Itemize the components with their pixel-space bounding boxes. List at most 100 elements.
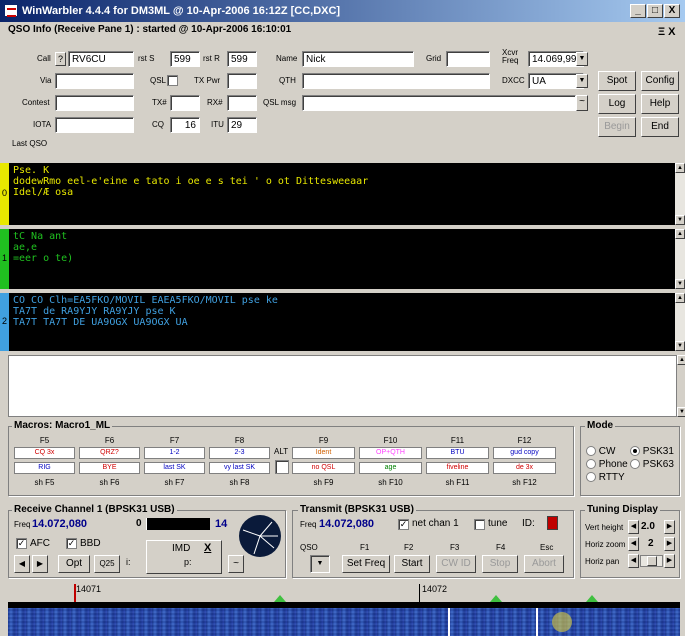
tune-checkbox[interactable] [474,519,485,530]
call-field[interactable]: RV6CU [68,51,134,67]
dxcc-dropdown[interactable]: ▼ [576,74,588,88]
macro-button[interactable]: age [359,462,422,474]
rx-num-field[interactable] [227,95,257,111]
macro-button[interactable]: RIG [14,462,75,474]
mode-psk31[interactable]: PSK31 [630,446,674,457]
cw-id-button[interactable]: CW ID [436,555,476,573]
pane-1-scrollbar[interactable]: ▲ ▼ [675,229,685,289]
receive-pane-2[interactable]: 2 CO CO Clh=EA5FKO/MOVIL EAEA5FKO/MOVIL … [0,293,685,351]
macro-button[interactable]: 1-2 [144,447,205,459]
help-button[interactable]: Help [641,94,679,114]
grid-field[interactable] [446,51,490,67]
radio-selected-icon[interactable] [630,446,640,457]
pane-1-text[interactable]: tC Na ant ae,e =eer o te) [9,229,675,289]
stop-button[interactable]: Stop [482,555,518,573]
minimize-button[interactable]: _ [630,4,646,18]
radio-icon[interactable] [586,459,596,470]
radio-icon[interactable] [586,446,596,457]
rst-rcvd-field[interactable]: 599 [227,51,257,67]
net-chan-checkbox[interactable]: ✓ [398,519,409,530]
alt-checkbox[interactable] [275,460,289,474]
scroll-down-arrow-icon[interactable]: ▼ [675,341,685,351]
config-button[interactable]: Config [641,71,679,91]
horiz-zoom-increase-icon[interactable]: ▶ [664,537,675,551]
qsl-msg-field[interactable] [302,95,576,111]
radio-icon[interactable] [586,472,596,483]
tx-pwr-field[interactable] [227,73,257,89]
macro-button[interactable]: gud copy [493,447,556,459]
q25-button[interactable]: Q25 [94,555,120,573]
xcvr-freq-dropdown[interactable]: ▼ [576,52,588,66]
pane-0-text[interactable]: Pse. K dodewRmo eel-e'eine e tato i oe e… [9,163,675,225]
macro-button[interactable]: fiveline [426,462,489,474]
start-button[interactable]: Start [394,555,430,573]
receive-pane-1[interactable]: 1 tC Na ant ae,e =eer o te) ▲ ▼ [0,229,685,289]
qth-field[interactable] [302,73,490,89]
macro-button[interactable]: vy last SK [209,462,270,474]
macro-button[interactable]: CQ 3x [14,447,75,459]
iota-field[interactable] [55,117,134,133]
macro-button[interactable]: no QSL [292,462,355,474]
scroll-up-arrow-icon[interactable]: ▲ [675,163,685,173]
receive-pane-0[interactable]: 0 Pse. K dodewRmo eel-e'eine e tato i oe… [0,163,685,225]
contest-field[interactable] [55,95,134,111]
call-lookup-button[interactable]: ? [55,52,66,66]
maximize-button[interactable]: □ [647,4,663,18]
horiz-zoom-decrease-icon[interactable]: ◀ [628,537,639,551]
afc-checkbox[interactable]: ✓ [16,538,27,549]
waterfall-display[interactable] [8,608,680,636]
scroll-up-arrow-icon[interactable]: ▲ [677,355,685,365]
waterfall-panel[interactable]: 14071 14072 [8,584,680,636]
qso-corner-controls[interactable]: Ξ X [658,26,675,38]
qsl-checkbox[interactable] [167,75,178,86]
horiz-pan-thumb[interactable] [647,556,657,566]
vert-height-decrease-icon[interactable]: ◀ [628,520,639,534]
scroll-up-arrow-icon[interactable]: ▲ [675,293,685,303]
scroll-up-arrow-icon[interactable]: ▲ [675,229,685,239]
rst-sent-field[interactable]: 599 [170,51,200,67]
macro-button[interactable]: de 3x [493,462,556,474]
mode-rtty[interactable]: RTTY [586,472,625,483]
imd-close-button[interactable]: X [204,542,211,554]
spot-button[interactable]: Spot [598,71,636,91]
itu-zone-field[interactable]: 29 [227,117,257,133]
scroll-down-arrow-icon[interactable]: ▼ [677,407,685,417]
macro-button[interactable]: BYE [79,462,140,474]
macro-button[interactable]: QRZ? [79,447,140,459]
pane-2-text[interactable]: CO CO Clh=EA5FKO/MOVIL EAEA5FKO/MOVIL ps… [9,293,675,351]
macro-button[interactable]: Ident [292,447,355,459]
begin-button[interactable]: Begin [598,117,636,137]
vert-height-increase-icon[interactable]: ▶ [664,520,675,534]
transmit-scrollbar[interactable]: ▲ ▼ [677,355,685,417]
name-field[interactable]: Nick [302,51,414,67]
horiz-pan-track[interactable] [640,555,663,567]
abort-button[interactable]: Abort [524,555,564,573]
tx-num-field[interactable] [170,95,200,111]
macro-button[interactable]: last SK [144,462,205,474]
radio-icon[interactable] [630,459,640,470]
horiz-pan-right-icon[interactable]: ▶ [664,554,675,568]
horiz-pan-left-icon[interactable]: ◀ [628,554,639,568]
set-freq-button[interactable]: Set Freq [342,555,390,573]
cq-zone-field[interactable]: 16 [170,117,200,133]
bbd-checkbox[interactable]: ✓ [66,538,77,549]
mode-phone[interactable]: Phone [586,459,628,470]
macro-button[interactable]: OP+QTH [359,447,422,459]
log-button[interactable]: Log [598,94,636,114]
rx-left-arrow-icon[interactable]: ◀ [14,555,30,573]
close-button[interactable]: X [664,4,680,18]
via-field[interactable] [55,73,134,89]
scroll-down-arrow-icon[interactable]: ▼ [675,215,685,225]
pane-2-scrollbar[interactable]: ▲ ▼ [675,293,685,351]
macro-button[interactable]: 2-3 [209,447,270,459]
mode-psk63[interactable]: PSK63 [630,459,674,470]
opt-button[interactable]: Opt [58,555,90,573]
qsl-msg-button[interactable]: ~ [576,95,588,111]
scroll-down-arrow-icon[interactable]: ▼ [675,279,685,289]
qso-dropdown[interactable]: ▼ [310,555,330,573]
pane-0-scrollbar[interactable]: ▲ ▼ [675,163,685,225]
macro-button[interactable]: BTU [426,447,489,459]
rx-right-arrow-icon[interactable]: ▶ [32,555,48,573]
end-button[interactable]: End [641,117,679,137]
mode-cw[interactable]: CW [586,446,615,457]
